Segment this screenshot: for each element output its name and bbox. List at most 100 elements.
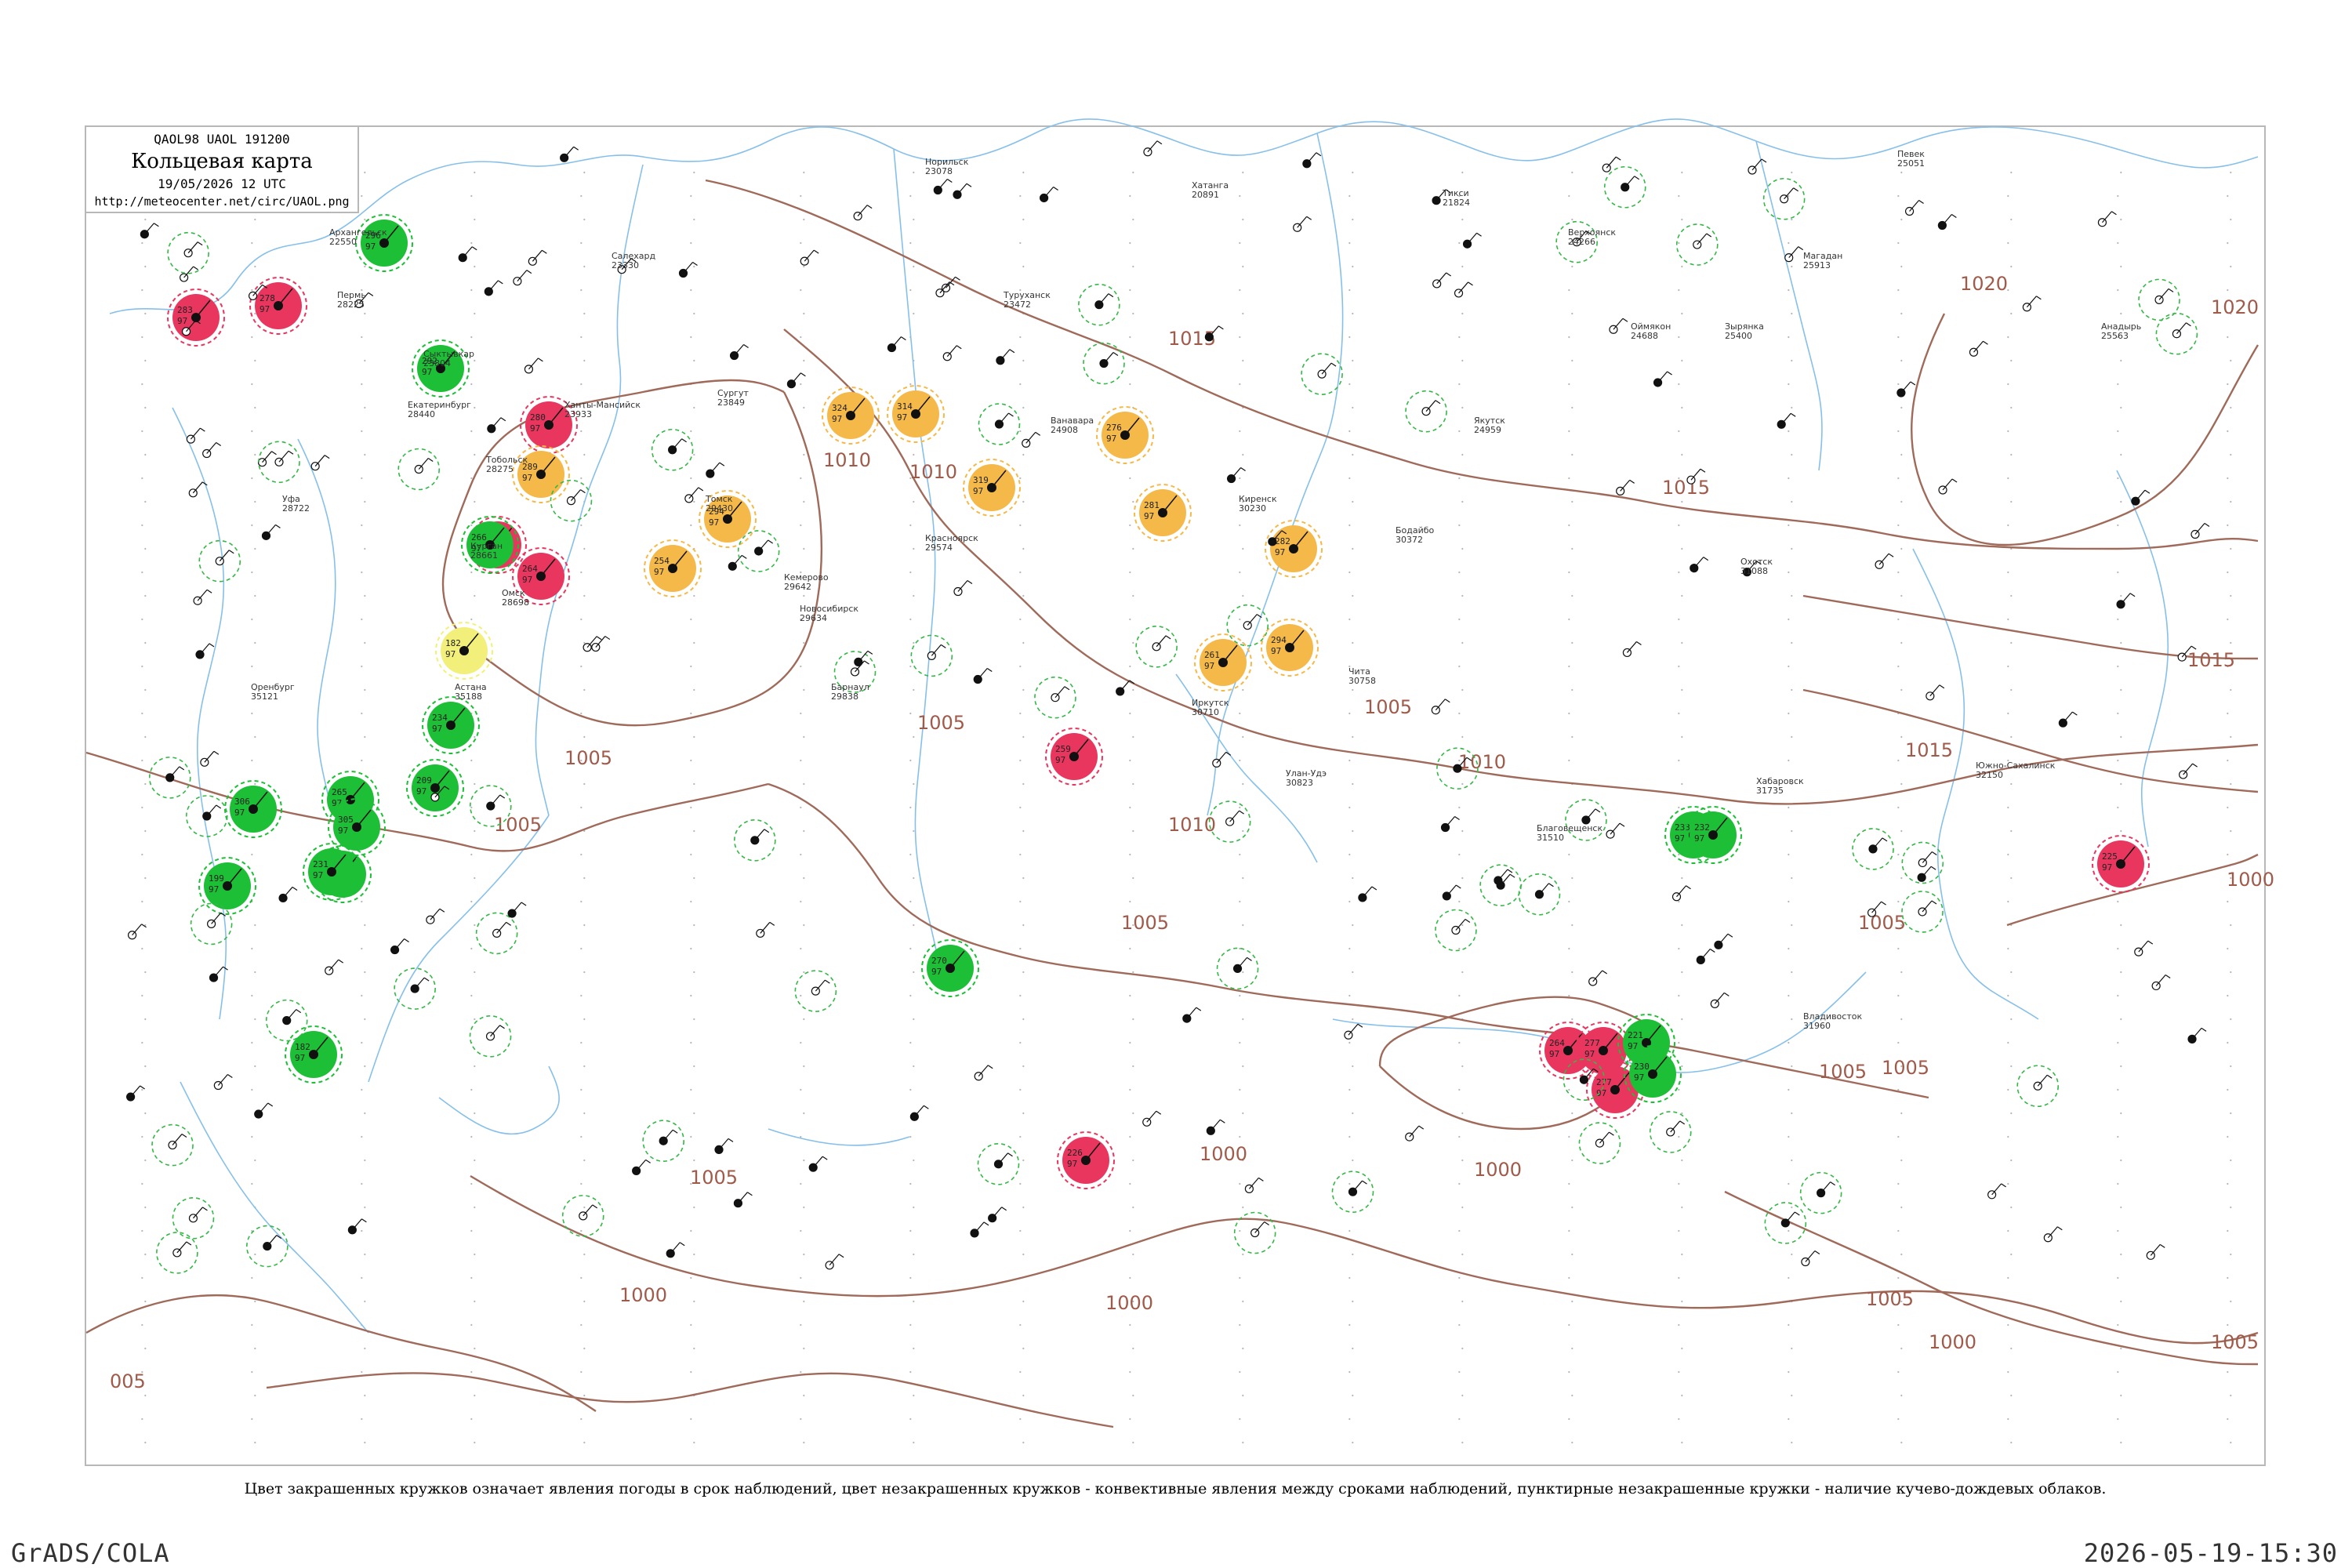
station-plot[interactable] — [2146, 1243, 2165, 1260]
station-plot[interactable] — [513, 270, 532, 286]
station-plot[interactable] — [1987, 1183, 2006, 1200]
station-plot[interactable] — [2134, 940, 2154, 956]
station-plot[interactable] — [213, 1073, 233, 1091]
station-plot[interactable] — [1784, 246, 1804, 263]
station-plot[interactable] — [1904, 200, 1924, 216]
station-plot[interactable] — [1039, 186, 1058, 203]
station-plot[interactable] — [1212, 751, 1232, 768]
station-plot[interactable] — [246, 1225, 289, 1268]
station-plot[interactable] — [524, 358, 543, 374]
station-plot[interactable] — [2016, 1065, 2060, 1108]
station-plot[interactable] — [394, 967, 436, 1010]
station-plot[interactable] — [1440, 815, 1460, 833]
station-plot[interactable] — [1588, 970, 1608, 986]
station-plot[interactable] — [186, 427, 205, 444]
station-plot[interactable] — [528, 249, 547, 266]
station-plot[interactable] — [1565, 799, 1607, 841]
station-plot[interactable] — [734, 819, 776, 862]
station-plot[interactable] — [2116, 593, 2136, 609]
station-plot[interactable] — [1143, 140, 1163, 157]
station-fog-marker[interactable]: 31997 — [963, 459, 1021, 517]
station-plot[interactable] — [1901, 891, 1944, 933]
station-plot[interactable] — [666, 1242, 685, 1258]
station-rain-marker[interactable]: 23197 — [303, 843, 361, 901]
station-plot[interactable] — [800, 249, 819, 266]
station-thunder-marker[interactable]: 25997 — [1045, 728, 1103, 786]
station-plot[interactable] — [484, 280, 503, 296]
station-plot[interactable] — [390, 938, 409, 955]
station-plot[interactable] — [1142, 1110, 1162, 1127]
station-plot[interactable] — [1649, 1111, 1692, 1153]
station-plot[interactable] — [190, 902, 233, 946]
station-plot[interactable] — [953, 183, 972, 199]
station-plot[interactable] — [1852, 828, 1894, 870]
station-plot[interactable] — [200, 750, 220, 767]
station-plot[interactable] — [198, 539, 241, 583]
station-plot[interactable] — [1479, 864, 1522, 906]
station-plot[interactable] — [1216, 947, 1259, 990]
station-fog-marker[interactable]: 31497 — [887, 385, 945, 443]
station-plot[interactable] — [714, 1138, 734, 1155]
station-plot[interactable] — [933, 178, 953, 195]
station-plot[interactable] — [970, 1221, 989, 1238]
station-plot[interactable] — [1616, 479, 1635, 495]
station-plot[interactable] — [1602, 156, 1621, 172]
station-plot[interactable] — [1937, 214, 1957, 230]
station-plot[interactable] — [1938, 478, 1958, 495]
station-plot[interactable] — [310, 455, 330, 471]
station-plot[interactable] — [974, 1065, 993, 1081]
station-plot[interactable] — [458, 246, 477, 263]
station-plot[interactable] — [853, 205, 873, 221]
station-plot[interactable] — [156, 1232, 198, 1274]
station-plot[interactable] — [706, 462, 725, 478]
station-plot[interactable] — [978, 403, 1021, 445]
station-plot[interactable] — [794, 970, 837, 1012]
station-plot[interactable] — [1244, 1177, 1264, 1193]
station-plot[interactable] — [808, 1156, 828, 1172]
station-plot[interactable] — [1034, 676, 1076, 719]
station-thunder-marker[interactable]: 22597 — [2092, 835, 2150, 893]
station-rain-marker[interactable]: 29697 — [355, 214, 413, 272]
station-plot[interactable] — [254, 1102, 274, 1119]
station-plot[interactable] — [2190, 523, 2210, 539]
station-plot[interactable] — [265, 999, 308, 1042]
station-plot[interactable] — [1875, 553, 1894, 569]
station-plot[interactable] — [202, 442, 222, 459]
station-plot[interactable] — [1969, 340, 1988, 357]
station-plot[interactable] — [426, 908, 445, 924]
station-rain-marker[interactable]: 27097 — [921, 939, 979, 997]
station-plot[interactable] — [2155, 312, 2198, 355]
station-plot[interactable] — [1358, 886, 1377, 902]
station-plot[interactable] — [1603, 165, 1646, 209]
station-plot[interactable] — [140, 223, 159, 239]
station-plot[interactable] — [728, 554, 747, 571]
station-fog-marker[interactable]: 28197 — [1134, 484, 1192, 542]
station-plot[interactable] — [825, 1254, 844, 1270]
station-plot[interactable] — [347, 1218, 367, 1235]
station-plot[interactable] — [953, 580, 973, 597]
station-plot[interactable] — [278, 886, 298, 903]
station-plot[interactable] — [127, 924, 147, 940]
station-plot[interactable] — [1578, 1122, 1621, 1164]
station-plot[interactable] — [1622, 641, 1642, 658]
station-plot[interactable] — [2022, 296, 2042, 312]
station-plot[interactable] — [1606, 822, 1625, 839]
station-plot[interactable] — [1293, 216, 1312, 232]
station-drizzle-marker[interactable]: 18297 — [435, 622, 493, 680]
station-plot[interactable] — [507, 902, 527, 918]
station-thunder-marker[interactable]: 28397 — [167, 289, 225, 347]
station-plot[interactable] — [1301, 353, 1343, 395]
station-rain-marker[interactable]: 18297 — [285, 1025, 343, 1083]
station-plot[interactable] — [1609, 318, 1628, 334]
station-plot[interactable] — [1454, 281, 1473, 298]
station-plot[interactable] — [729, 344, 749, 361]
station-plot[interactable] — [910, 634, 953, 677]
station-plot[interactable] — [1302, 152, 1322, 169]
station-plot[interactable] — [1710, 992, 1730, 1008]
station-plot[interactable] — [1799, 1171, 1842, 1214]
station-plot[interactable] — [1714, 933, 1733, 949]
station-plot[interactable] — [261, 524, 281, 540]
station-plot[interactable] — [1926, 684, 1945, 701]
station-plot[interactable] — [854, 650, 873, 666]
station-plot[interactable] — [469, 1014, 512, 1058]
